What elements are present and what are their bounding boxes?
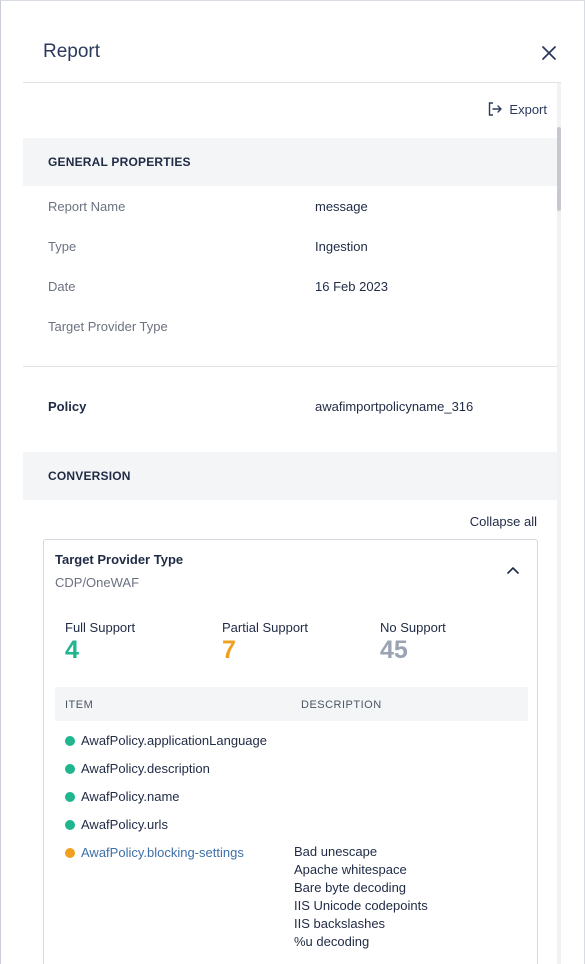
stat-label: Full Support [65, 620, 136, 635]
column-header-item: ITEM [65, 699, 94, 711]
table-row: AwafPolicy.description [65, 761, 210, 776]
status-dot-full [65, 819, 75, 830]
general-properties-title: GENERAL PROPERTIES [48, 155, 191, 169]
collapse-all-button[interactable]: Collapse all [470, 514, 537, 529]
conversion-title: CONVERSION [48, 469, 131, 483]
column-header-description: DESCRIPTION [301, 699, 382, 711]
page-title: Report [43, 41, 101, 62]
item-name: AwafPolicy.urls [81, 817, 168, 832]
stat-value: 45 [380, 636, 408, 664]
scrollbar-thumb[interactable] [557, 127, 561, 211]
property-row-report-name: Report Name message [48, 199, 548, 219]
stat-partial-support: Partial Support 7 [222, 620, 308, 665]
card-subtitle: CDP/OneWAF [55, 575, 140, 590]
report-header: Report [23, 1, 561, 83]
description-line: Apache whitespace [294, 862, 407, 877]
stat-full-support: Full Support 4 [65, 620, 135, 665]
description-line: %u decoding [294, 934, 370, 949]
description-line: IIS Unicode codepoints [294, 898, 428, 913]
item-description: Bad unescape Apache whitespace Bare byte… [294, 843, 428, 951]
close-button[interactable] [539, 43, 559, 63]
property-value: 16 Feb 2023 [315, 279, 389, 294]
status-dot-partial [65, 847, 75, 858]
scrollbar[interactable] [557, 83, 561, 964]
close-icon [542, 46, 556, 60]
policy-key: Policy [48, 399, 87, 414]
property-key: Report Name [48, 199, 126, 214]
item-name: AwafPolicy.applicationLanguage [81, 733, 267, 748]
conversion-heading: CONVERSION [23, 452, 557, 500]
stat-label: Partial Support [222, 620, 308, 635]
property-value: message [315, 199, 368, 214]
description-line: IIS backslashes [294, 916, 386, 931]
general-properties-heading: GENERAL PROPERTIES [23, 138, 557, 186]
table-row: AwafPolicy.urls [65, 817, 168, 832]
chevron-up-icon [507, 567, 519, 574]
table-row: AwafPolicy.name [65, 789, 180, 804]
export-button[interactable]: Export [487, 101, 547, 117]
status-dot-full [65, 735, 75, 746]
property-value: Ingestion [315, 239, 368, 254]
table-header: ITEM DESCRIPTION [55, 687, 528, 721]
divider [23, 366, 557, 367]
collapse-card-button[interactable] [505, 562, 521, 578]
report-panel: Report Export GENERAL PROPERTIES Report … [0, 0, 585, 964]
item-name: AwafPolicy.name [81, 789, 180, 804]
description-line: Bare byte decoding [294, 880, 407, 895]
report-body[interactable]: Export GENERAL PROPERTIES Report Name me… [23, 83, 561, 964]
table-row: AwafPolicy.applicationLanguage [65, 733, 267, 748]
item-name: AwafPolicy.description [81, 761, 210, 776]
property-key: Target Provider Type [48, 319, 168, 334]
target-provider-card: Target Provider Type CDP/OneWAF Full Sup… [43, 539, 538, 964]
status-dot-full [65, 763, 75, 774]
property-key: Date [48, 279, 76, 294]
property-key: Type [48, 239, 77, 254]
property-row-date: Date 16 Feb 2023 [48, 279, 548, 299]
card-title: Target Provider Type [55, 552, 184, 567]
table-row: AwafPolicy.blocking-settings [65, 845, 244, 860]
stat-value: 4 [65, 636, 79, 664]
stat-value: 7 [222, 636, 236, 664]
export-label: Export [509, 101, 547, 117]
property-row-target-provider-type: Target Provider Type [48, 319, 548, 339]
description-line: Bad unescape [294, 844, 378, 859]
policy-value: awafimportpolicyname_316 [315, 399, 474, 414]
property-row-type: Type Ingestion [48, 239, 548, 259]
export-icon [489, 102, 503, 116]
status-dot-full [65, 791, 75, 802]
stat-no-support: No Support 45 [380, 620, 446, 665]
stat-label: No Support [380, 620, 446, 635]
item-link-blocking-settings[interactable]: AwafPolicy.blocking-settings [81, 845, 244, 860]
